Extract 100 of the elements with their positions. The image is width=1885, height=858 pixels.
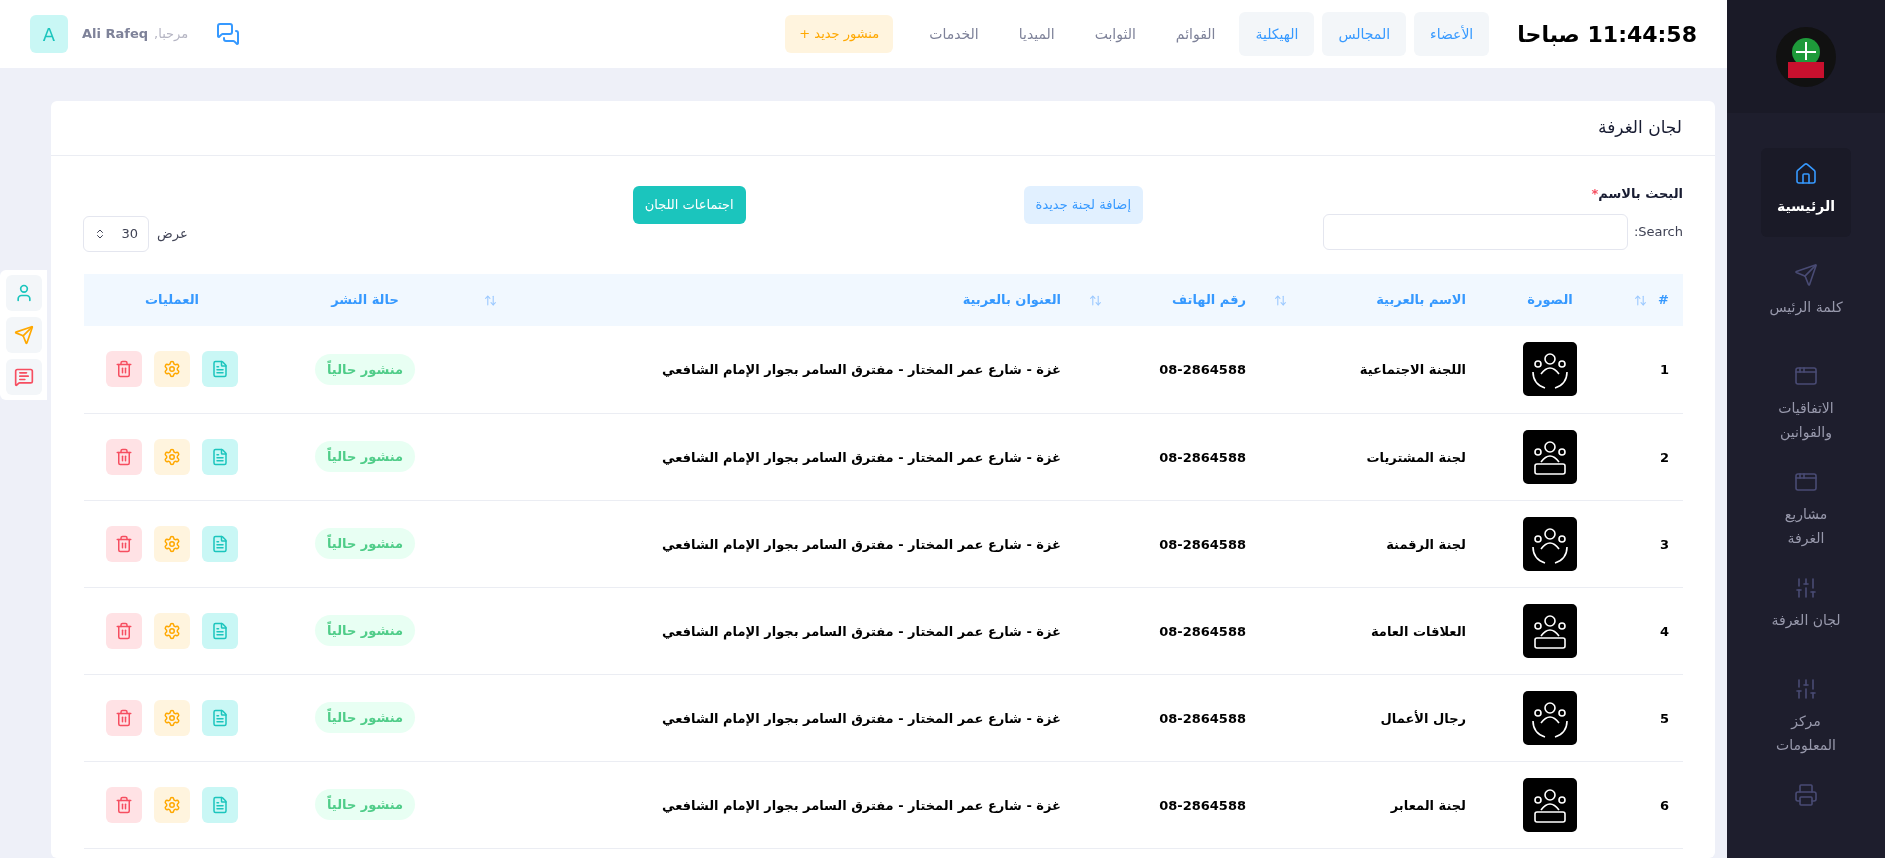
phone-number: 08-2864588 bbox=[1159, 623, 1246, 639]
sidebar-item[interactable]: مركز المعلومات bbox=[1761, 663, 1851, 757]
people-icon bbox=[1523, 603, 1577, 658]
view-button[interactable] bbox=[202, 438, 238, 475]
file-icon bbox=[211, 795, 229, 814]
quick-button[interactable] bbox=[6, 317, 42, 353]
people-icon bbox=[1523, 342, 1577, 397]
people-icon bbox=[1523, 516, 1577, 571]
sort-icon[interactable] bbox=[1634, 293, 1647, 307]
edit-button[interactable] bbox=[154, 351, 190, 388]
edit-button[interactable] bbox=[154, 612, 190, 649]
nav-tab[interactable]: الأعضاء bbox=[1414, 12, 1490, 56]
status-badge: منشور حالياً bbox=[314, 527, 416, 560]
sidebar-item[interactable]: كلمة الرئيس bbox=[1761, 249, 1851, 338]
view-button[interactable] bbox=[202, 351, 238, 388]
column-header[interactable]: حالة النشر bbox=[331, 290, 399, 310]
file-icon bbox=[211, 534, 229, 553]
row-number: 5 bbox=[1659, 710, 1669, 726]
page-size-label: عرض bbox=[157, 225, 188, 244]
column-header[interactable]: رقم الهاتف bbox=[1172, 290, 1246, 310]
sliders-icon bbox=[1794, 576, 1818, 600]
gear-icon bbox=[163, 447, 181, 466]
phone-number: 08-2864588 bbox=[1159, 449, 1246, 465]
view-button[interactable] bbox=[202, 612, 238, 649]
committee-name: لجنة المعابر bbox=[1390, 797, 1466, 813]
user-name: Ali Rafeq bbox=[82, 25, 149, 44]
sidebar-item[interactable]: لجان الغرفة bbox=[1761, 562, 1851, 651]
address: غزة - شارع عمر المختار - مفترق السامر بجوار الإمام الشافعي bbox=[662, 449, 1061, 465]
avatar[interactable]: A bbox=[30, 15, 68, 53]
sidebar-item[interactable]: مشاريع الغرفة bbox=[1761, 456, 1851, 550]
trash-icon bbox=[115, 447, 133, 466]
quick-button[interactable] bbox=[6, 275, 42, 311]
meetings-button[interactable]: اجتماعات اللجان bbox=[632, 186, 746, 224]
edit-button[interactable] bbox=[154, 525, 190, 562]
sort-icon[interactable] bbox=[1274, 293, 1287, 307]
status-badge: منشور حالياً bbox=[314, 440, 416, 473]
delete-button[interactable] bbox=[106, 786, 142, 823]
sidebar-item[interactable]: الاتفاقيات والقوانين bbox=[1761, 350, 1851, 444]
phone-number: 08-2864588 bbox=[1159, 797, 1246, 813]
chat-icon bbox=[14, 367, 34, 387]
row-number: 2 bbox=[1659, 449, 1669, 465]
card-title: لجان الغرفة bbox=[1598, 116, 1682, 140]
edit-button[interactable] bbox=[154, 438, 190, 475]
delete-button[interactable] bbox=[106, 699, 142, 736]
column-header[interactable]: الصورة bbox=[1527, 290, 1573, 310]
committee-name: لجنة المشتريات bbox=[1366, 449, 1466, 465]
nav-tab[interactable]: الخدمات bbox=[913, 12, 995, 56]
edit-button[interactable] bbox=[154, 699, 190, 736]
row-number: 3 bbox=[1659, 536, 1669, 552]
committee-name: العلاقات العامة bbox=[1370, 623, 1466, 639]
column-header[interactable]: # bbox=[1658, 290, 1669, 310]
view-button[interactable] bbox=[202, 699, 238, 736]
select-arrows-icon bbox=[94, 228, 106, 240]
quick-button[interactable] bbox=[6, 359, 42, 395]
phone-number: 08-2864588 bbox=[1159, 536, 1246, 552]
committee-name: لجنة الرقمنة bbox=[1386, 536, 1466, 552]
address: غزة - شارع عمر المختار - مفترق السامر بجوار الإمام الشافعي bbox=[662, 710, 1061, 726]
page-size-select[interactable]: 30 bbox=[83, 216, 149, 252]
window-icon bbox=[1794, 470, 1818, 494]
new-post-button[interactable]: منشور جديد + bbox=[785, 15, 894, 53]
nav-tab[interactable]: الثوابت bbox=[1078, 12, 1152, 56]
delete-button[interactable] bbox=[106, 438, 142, 475]
address: غزة - شارع عمر المختار - مفترق السامر بجوار الإمام الشافعي bbox=[662, 536, 1061, 552]
sidebar-item[interactable]: الرئيسية bbox=[1761, 148, 1851, 237]
edit-button[interactable] bbox=[154, 786, 190, 823]
phone-number: 08-2864588 bbox=[1159, 362, 1246, 378]
sort-icon[interactable] bbox=[484, 293, 497, 307]
sliders-icon bbox=[1794, 677, 1818, 701]
send-icon bbox=[1794, 263, 1818, 287]
chat-icon[interactable] bbox=[216, 22, 241, 46]
file-icon bbox=[211, 621, 229, 640]
address: غزة - شارع عمر المختار - مفترق السامر بجوار الإمام الشافعي bbox=[662, 797, 1061, 813]
file-icon bbox=[211, 360, 229, 379]
nav-tab[interactable]: الميديا bbox=[1002, 12, 1071, 56]
add-committee-button[interactable]: إضافة لجنة جديدة bbox=[1023, 186, 1143, 224]
trash-icon bbox=[115, 795, 133, 814]
column-header[interactable]: العنوان بالعربية bbox=[962, 290, 1061, 310]
nav-tab[interactable]: المجالس bbox=[1322, 12, 1407, 56]
delete-button[interactable] bbox=[106, 525, 142, 562]
view-button[interactable] bbox=[202, 525, 238, 562]
gear-icon bbox=[163, 534, 181, 553]
file-icon bbox=[211, 447, 229, 466]
greeting: مرحبا, bbox=[154, 25, 189, 44]
column-header[interactable]: العمليات bbox=[145, 290, 199, 310]
nav-tab[interactable]: القوائم bbox=[1159, 12, 1232, 56]
clock: 11:44:58 صباحا bbox=[1517, 20, 1697, 49]
delete-button[interactable] bbox=[106, 351, 142, 388]
nav-tab[interactable]: الهيكلية bbox=[1239, 12, 1315, 56]
file-icon bbox=[211, 708, 229, 727]
sort-icon[interactable] bbox=[1089, 293, 1102, 307]
people-icon bbox=[1523, 429, 1577, 484]
delete-button[interactable] bbox=[106, 612, 142, 649]
status-badge: منشور حالياً bbox=[314, 353, 416, 385]
column-header[interactable]: الاسم بالعربية bbox=[1376, 290, 1466, 310]
home-icon bbox=[1794, 162, 1818, 186]
gear-icon bbox=[163, 621, 181, 640]
view-button[interactable] bbox=[202, 786, 238, 823]
search-field[interactable] bbox=[1323, 214, 1628, 250]
phone-number: 08-2864588 bbox=[1159, 710, 1246, 726]
address: غزة - شارع عمر المختار - مفترق السامر بجوار الإمام الشافعي bbox=[662, 362, 1061, 378]
